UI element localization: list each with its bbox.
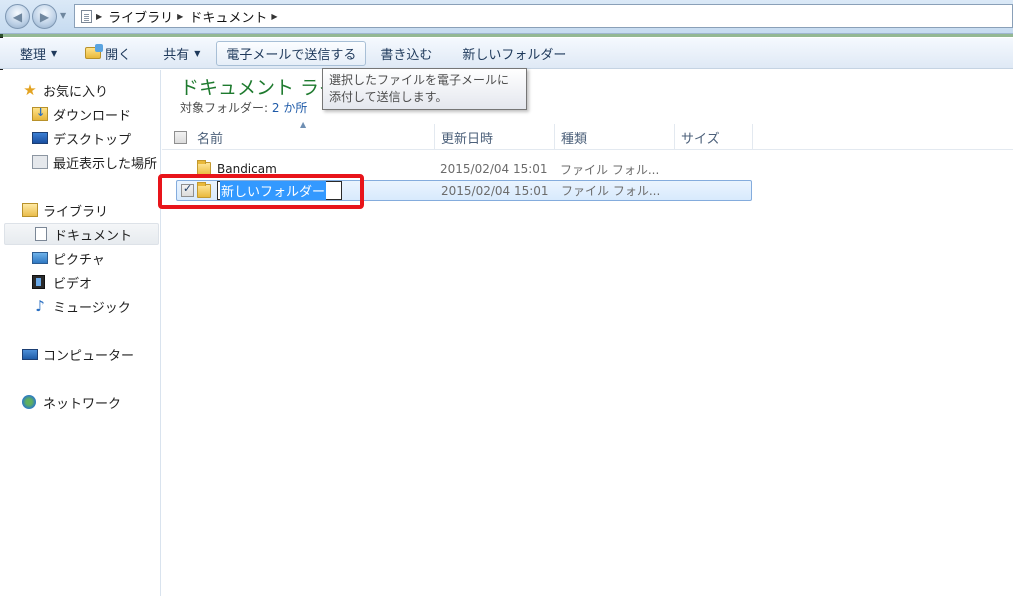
navigation-pane: ★ お気に入り ダウンロード デスクトップ 最近表示した場所 ライブラリ ドキュ… <box>0 70 161 596</box>
nav-label: ライブラリ <box>43 204 109 220</box>
column-header-type[interactable]: 種類 <box>555 124 675 150</box>
breadcrumb-libraries[interactable]: ライブラリ <box>108 7 173 26</box>
nav-downloads[interactable]: ダウンロード <box>4 103 159 125</box>
column-type-label: 種類 <box>561 131 588 147</box>
nav-libraries[interactable]: ライブラリ <box>4 199 159 221</box>
recent-places-icon <box>32 155 48 169</box>
library-subtitle: 対象フォルダー: 2 か所 <box>180 99 307 116</box>
nav-videos[interactable]: ビデオ <box>4 271 159 293</box>
nav-music[interactable]: ♪ ミュージック <box>4 295 159 317</box>
breadcrumb-separator-icon[interactable]: ▶ <box>177 12 183 21</box>
library-title: ドキュメント ライブラリ <box>180 77 322 99</box>
desktop-icon <box>32 132 48 144</box>
nav-computer[interactable]: コンピューター <box>4 343 159 365</box>
chevron-down-icon: ▼ <box>51 48 58 58</box>
file-date: 2015/02/04 15:01 <box>441 183 549 198</box>
included-folders-link[interactable]: 2 か所 <box>272 101 307 115</box>
share-button[interactable]: 共有 ▼ <box>155 41 208 66</box>
downloads-folder-icon <box>32 106 48 121</box>
column-header-name[interactable]: 名前 ▲ <box>162 120 435 150</box>
nav-pictures[interactable]: ピクチャ <box>4 247 159 269</box>
nav-label: ダウンロード <box>53 108 132 124</box>
nav-documents[interactable]: ドキュメント <box>4 223 159 245</box>
burn-label: 書き込む <box>380 47 433 63</box>
column-header-size[interactable]: サイズ <box>675 124 753 150</box>
new-folder-button[interactable]: 新しいフォルダー <box>454 41 574 66</box>
nav-label: お気に入り <box>43 84 109 100</box>
nav-label: ドキュメント <box>54 228 133 244</box>
nav-network[interactable]: ネットワーク <box>4 391 159 413</box>
address-bar[interactable]: ▶ ライブラリ ▶ ドキュメント ▶ <box>74 4 1013 28</box>
recent-pages-dropdown[interactable]: ▼ <box>60 11 70 21</box>
sort-up-icon: ▲ <box>300 120 307 129</box>
nav-label: コンピューター <box>43 348 135 364</box>
computer-icon <box>22 348 38 360</box>
command-toolbar: 整理 ▼ 開く 共有 ▼ 電子メールで送信する 書き込む 新しいフォルダー <box>0 38 1013 69</box>
nav-label: ネットワーク <box>43 396 122 412</box>
breadcrumb-documents[interactable]: ドキュメント <box>189 7 267 26</box>
nav-desktop[interactable]: デスクトップ <box>4 127 159 149</box>
library-page-icon <box>81 9 92 23</box>
film-icon <box>32 275 45 289</box>
organize-button[interactable]: 整理 ▼ <box>12 41 65 66</box>
breadcrumb-separator-icon[interactable]: ▶ <box>96 12 102 21</box>
document-icon <box>35 227 47 241</box>
music-note-icon: ♪ <box>35 297 45 315</box>
select-all-checkbox[interactable] <box>174 130 187 144</box>
nav-label: デスクトップ <box>53 132 132 148</box>
breadcrumb-separator-icon[interactable]: ▶ <box>271 12 277 21</box>
nav-favorites[interactable]: ★ お気に入り <box>4 79 159 101</box>
nav-label: 最近表示した場所 <box>53 156 158 172</box>
column-date-label: 更新日時 <box>441 131 494 147</box>
column-name-label: 名前 <box>197 131 224 147</box>
libraries-icon <box>22 203 38 217</box>
file-type: ファイル フォル... <box>561 184 661 198</box>
chevron-down-icon: ▼ <box>194 48 201 58</box>
network-icon <box>22 395 36 409</box>
forward-button[interactable]: ▶ <box>32 4 57 29</box>
star-icon: ★ <box>23 81 37 99</box>
new-folder-label: 新しいフォルダー <box>462 47 567 63</box>
nav-label: ビデオ <box>53 276 93 292</box>
open-button[interactable]: 開く <box>77 41 139 66</box>
annotation-highlight-box <box>158 174 364 209</box>
nav-label: ミュージック <box>53 300 131 316</box>
file-type: ファイル フォル... <box>560 162 660 177</box>
title-bar: ◀ ▶ ▼ ▶ ライブラリ ▶ ドキュメント ▶ <box>0 0 1013 37</box>
forward-arrow-icon: ▶ <box>39 9 50 24</box>
organize-label: 整理 <box>20 47 47 63</box>
included-folders-label: 対象フォルダー: <box>180 101 269 115</box>
open-label: 開く <box>105 47 132 63</box>
column-header-date[interactable]: 更新日時 <box>435 124 555 150</box>
column-header-bar: 名前 ▲ 更新日時 種類 サイズ <box>162 120 1013 150</box>
email-button[interactable]: 電子メールで送信する <box>216 40 367 66</box>
open-folder-icon <box>85 44 104 59</box>
nav-recent-places[interactable]: 最近表示した場所 <box>4 151 159 173</box>
burn-button[interactable]: 書き込む <box>372 41 440 66</box>
column-size-label: サイズ <box>681 131 720 147</box>
file-date: 2015/02/04 15:01 <box>440 162 548 176</box>
pictures-icon <box>32 252 48 264</box>
nav-label: ピクチャ <box>53 252 105 268</box>
back-button[interactable]: ◀ <box>5 4 30 29</box>
share-label: 共有 <box>163 47 190 63</box>
back-arrow-icon: ◀ <box>12 9 23 24</box>
email-label: 電子メールで送信する <box>226 47 357 63</box>
email-tooltip: 選択したファイルを電子メールに添付して送信します。 <box>322 68 527 110</box>
